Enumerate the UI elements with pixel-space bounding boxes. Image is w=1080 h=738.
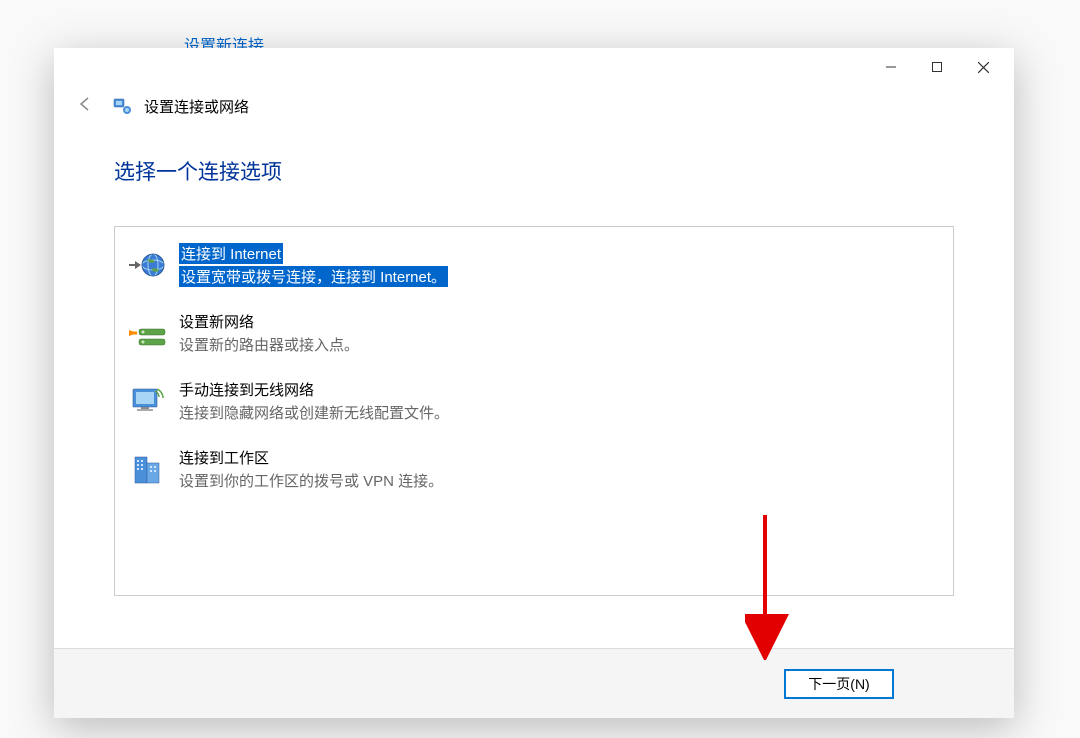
- option-manual-wireless[interactable]: 手动连接到无线网络 连接到隐藏网络或创建新无线配置文件。: [115, 367, 953, 435]
- back-arrow-icon[interactable]: [70, 91, 100, 122]
- router-icon: [127, 313, 167, 353]
- option-setup-network[interactable]: 设置新网络 设置新的路由器或接入点。: [115, 299, 953, 367]
- option-title: 手动连接到无线网络: [179, 379, 449, 400]
- option-desc: 设置宽带或拨号连接，连接到 Internet。: [179, 266, 448, 287]
- dialog-title: 设置连接或网络: [144, 96, 249, 117]
- dialog-window: 设置连接或网络 选择一个连接选项: [54, 48, 1014, 718]
- dialog-header: 设置连接或网络: [54, 86, 1014, 126]
- option-desc: 设置新的路由器或接入点。: [179, 334, 359, 355]
- globe-internet-icon: [127, 245, 167, 285]
- option-desc: 连接到隐藏网络或创建新无线配置文件。: [179, 402, 449, 423]
- network-wizard-icon: [112, 96, 132, 116]
- option-connect-workplace[interactable]: 连接到工作区 设置到你的工作区的拨号或 VPN 连接。: [115, 435, 953, 503]
- option-connect-internet[interactable]: 连接到 Internet 设置宽带或拨号连接，连接到 Internet。: [115, 231, 953, 299]
- option-title: 设置新网络: [179, 311, 359, 332]
- maximize-button[interactable]: [914, 51, 960, 83]
- next-button[interactable]: 下一页(N): [784, 669, 894, 699]
- workplace-building-icon: [127, 449, 167, 489]
- close-button[interactable]: [960, 51, 1006, 83]
- minimize-button[interactable]: [868, 51, 914, 83]
- wireless-monitor-icon: [127, 381, 167, 421]
- option-desc: 设置到你的工作区的拨号或 VPN 连接。: [179, 470, 443, 491]
- page-heading: 选择一个连接选项: [114, 156, 954, 186]
- dialog-content: 选择一个连接选项 连接到 Internet: [54, 126, 1014, 648]
- options-list: 连接到 Internet 设置宽带或拨号连接，连接到 Internet。: [114, 226, 954, 596]
- option-title: 连接到 Internet: [179, 243, 283, 264]
- dialog-footer: 下一页(N): [54, 648, 1014, 718]
- option-title: 连接到工作区: [179, 447, 443, 468]
- titlebar: [54, 48, 1014, 86]
